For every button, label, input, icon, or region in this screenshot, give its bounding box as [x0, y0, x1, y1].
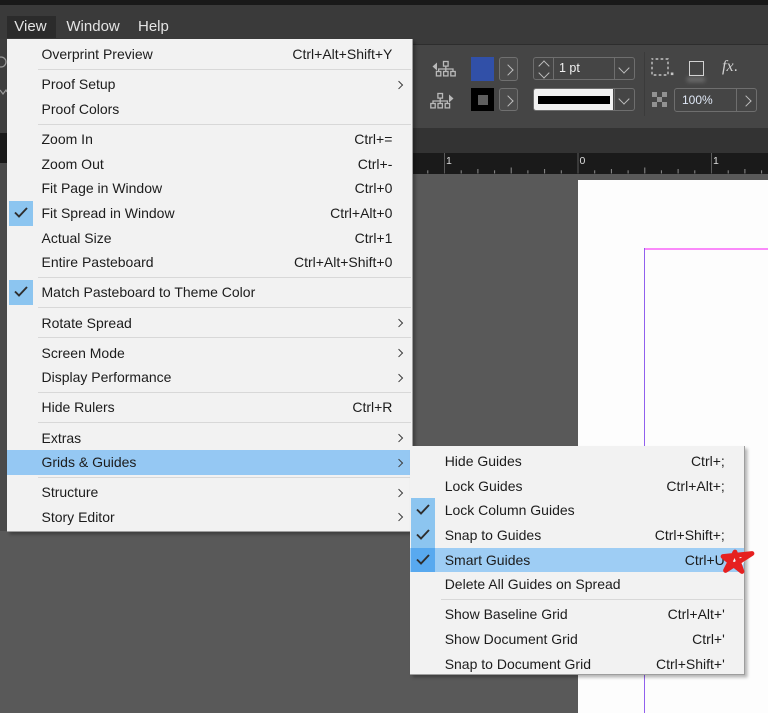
svg-text:0: 0 — [580, 155, 586, 167]
svg-text:1: 1 — [713, 155, 719, 167]
svg-text:1: 1 — [446, 155, 452, 167]
